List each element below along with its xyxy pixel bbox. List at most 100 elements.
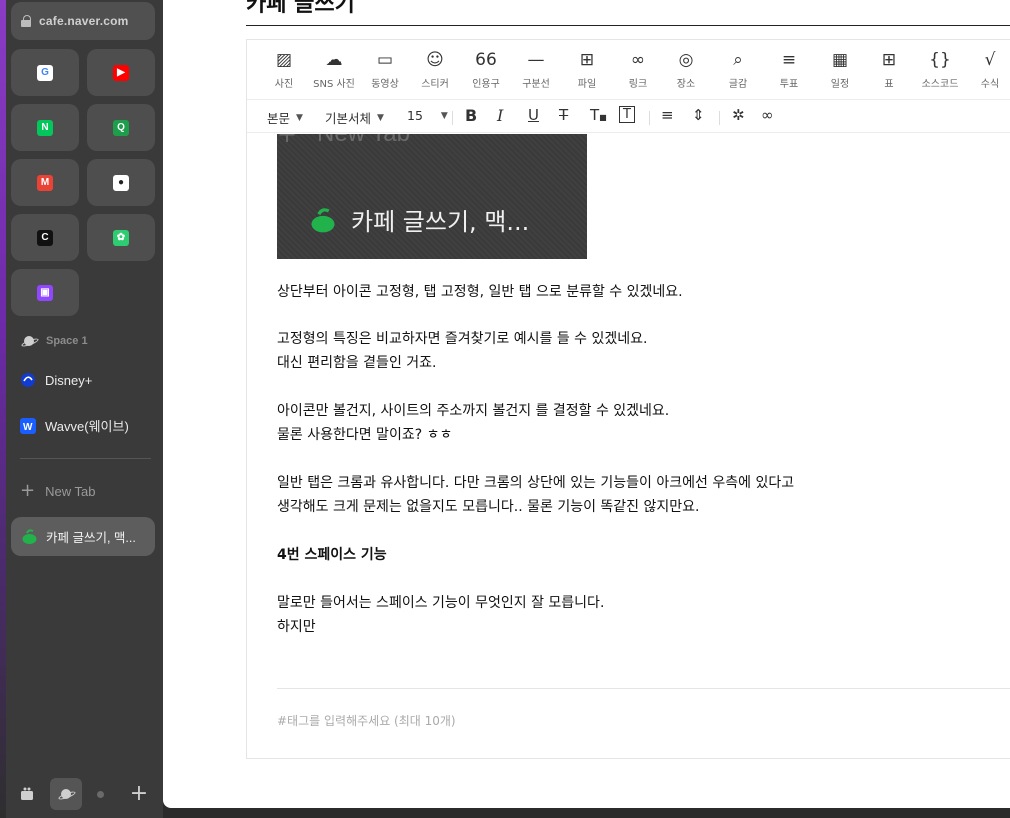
youtube-icon: ▶	[113, 64, 129, 81]
naver-search-icon: Q	[113, 119, 129, 136]
toolbar-label: SNS 사진	[313, 79, 355, 90]
toolbar-divider	[719, 111, 720, 125]
pinned-tab-disney[interactable]: Disney+	[20, 372, 92, 388]
underline-icon: U	[528, 106, 539, 124]
gmail-icon: M	[37, 174, 53, 191]
toolbar-1-button[interactable]: ▨ 사진	[259, 50, 309, 90]
leaf-app-icon: ✿	[113, 229, 129, 246]
active-tab[interactable]: 카페 글쓰기, 맥...	[11, 517, 155, 556]
link-icon: ∞	[761, 106, 774, 124]
toolbar-label: 사진	[274, 79, 294, 90]
pinned-tab-wavve[interactable]: W Wavve(웨이브)	[20, 416, 129, 435]
toolbar-4-button[interactable]: ☺ 스티커	[410, 50, 460, 90]
paragraph: 대신 편리함을 곁들인 거죠.	[277, 355, 437, 371]
font-select[interactable]: 기본서체 ▼	[325, 108, 384, 127]
asterisk-icon: ✲	[732, 106, 745, 124]
text-bg-button[interactable]: T	[619, 106, 635, 123]
toolbar-2-button[interactable]: ☁ SNS 사진	[309, 50, 359, 90]
add-space-button[interactable]: +	[123, 778, 155, 810]
text-bg-icon: T	[619, 106, 635, 123]
toolbar-glyph-icon: {}	[929, 50, 951, 70]
sidebar-divider	[20, 458, 151, 459]
url-bar[interactable]: cafe.naver.com	[11, 2, 155, 40]
toolbar-label: 스티커	[421, 79, 449, 90]
chevron-down-icon: ▼	[296, 112, 303, 123]
pinned-tab-label: Wavve(웨이브)	[45, 419, 129, 434]
toolbar-glyph-icon: ∞	[630, 50, 646, 70]
toolbar-glyph-icon: ◎	[678, 50, 694, 70]
toolbar-divider	[452, 111, 453, 125]
plus-icon: +	[277, 134, 298, 148]
favorite-gmail[interactable]: M	[11, 159, 79, 206]
sidebar: cafe.naver.com G ▶ N Q M ● C ✿ ▣ Space 1 Disney+…	[6, 0, 163, 818]
toolbar-6-button[interactable]: — 구분선	[511, 50, 561, 90]
toolbar-label: 일정	[830, 79, 850, 90]
toolbar-15-button[interactable]: √ 수식	[965, 50, 1010, 90]
toolbar-glyph-icon: ☁	[325, 50, 343, 70]
toolbar-glyph-icon: ▭	[376, 50, 394, 70]
favorite-naver[interactable]: N	[11, 104, 79, 151]
dot-icon	[96, 790, 104, 798]
favorite-github[interactable]: ●	[87, 159, 155, 206]
paragraph: 하지만	[277, 619, 316, 635]
space-switch-button[interactable]	[50, 778, 82, 810]
toolbar-label: 파일	[577, 79, 597, 90]
space-label[interactable]: Space 1	[21, 335, 88, 347]
paragraph: 생각해도 크게 문제는 없을지도 모릅니다.. 물론 기능이 똑같진 않지만요.	[277, 499, 700, 515]
style-select[interactable]: 본문 ▼	[267, 108, 303, 127]
space-dot[interactable]	[84, 778, 116, 810]
strikethrough-button[interactable]: T	[559, 106, 568, 124]
new-tab-button[interactable]: + New Tab	[20, 482, 95, 500]
page-title-strip: 카페 글쓰기	[246, 0, 1010, 26]
size-value: 15	[407, 108, 423, 123]
toolbar-label: 표	[884, 79, 894, 90]
italic-button[interactable]: I	[497, 106, 503, 125]
toolbar-8-button[interactable]: ∞ 링크	[613, 50, 663, 90]
text-color-button[interactable]: T■	[590, 106, 607, 124]
special-char-button[interactable]: ✲	[732, 106, 745, 124]
insert-toolbar: ▨ 사진 ☁ SNS 사진 ▭ 동영상 ☺ 스티커 66 인용구 — 구분선 ⊞ 파일 ∞ 링크 ◎ 장소 ⌕ 글감 ≡…	[247, 40, 1010, 100]
toolbar-9-button[interactable]: ◎ 장소	[661, 50, 711, 90]
font-value: 기본서체	[325, 111, 372, 126]
toolbar-11-button[interactable]: ≡ 투표	[764, 50, 814, 90]
toolbar-5-button[interactable]: 66 인용구	[461, 50, 511, 90]
paragraph: 일반 탭은 크롬과 유사합니다. 다만 크롬의 상단에 있는 기능들이 아크에선…	[277, 475, 795, 491]
align-button[interactable]: ≡	[661, 106, 674, 124]
favorite-naver-search[interactable]: Q	[87, 104, 155, 151]
disney-icon	[21, 373, 35, 387]
bold-icon: B	[465, 106, 478, 125]
toolbar-glyph-icon: √	[984, 50, 996, 70]
toolbar-label: 동영상	[371, 79, 399, 90]
strikethrough-icon: T	[559, 106, 569, 124]
link-button[interactable]: ∞	[761, 106, 774, 124]
toolbar-10-button[interactable]: ⌕ 글감	[713, 50, 763, 90]
toolbar-13-button[interactable]: ⊞ 표	[864, 50, 914, 90]
favorite-c-app[interactable]: C	[11, 214, 79, 261]
favorite-youtube[interactable]: ▶	[87, 49, 155, 96]
space-name: Space 1	[46, 335, 88, 347]
embedded-screenshot[interactable]: + New Tab 카페 글쓰기, 맥...	[277, 134, 587, 259]
format-toolbar: 본문 ▼ 기본서체 ▼ 15 ▼ B I U T T■ T ≡ ⇕ ✲ ∞	[247, 101, 1010, 133]
toolbar-14-button[interactable]: {} 소스코드	[915, 50, 965, 90]
underline-button[interactable]: U	[528, 106, 539, 124]
archive-button[interactable]	[11, 778, 43, 810]
naver-cafe-icon	[311, 207, 335, 232]
toolbar-glyph-icon: —	[527, 50, 545, 70]
paragraph: 고정형의 특징은 비교하자면 즐겨찾기로 예시를 들 수 있겠네요.	[277, 331, 648, 347]
toolbar-12-button[interactable]: ▦ 일정	[815, 50, 865, 90]
style-value: 본문	[267, 111, 291, 126]
favorite-leaf-app[interactable]: ✿	[87, 214, 155, 261]
chevron-down-icon: ▼	[377, 112, 384, 123]
toolbar-3-button[interactable]: ▭ 동영상	[360, 50, 410, 90]
line-height-button[interactable]: ⇕	[692, 106, 705, 124]
bold-button[interactable]: B	[465, 106, 477, 125]
favorite-google[interactable]: G	[11, 49, 79, 96]
tag-input[interactable]: #태그를 입력해주세요 (최대 10개)	[277, 712, 456, 729]
toolbar-7-button[interactable]: ⊞ 파일	[562, 50, 612, 90]
favorite-twitch[interactable]: ▣	[11, 269, 79, 316]
align-left-icon: ≡	[661, 106, 674, 124]
page-title: 카페 글쓰기	[246, 0, 355, 17]
size-select[interactable]: 15 ▼	[407, 108, 448, 123]
chevron-down-icon: ▼	[440, 110, 448, 121]
c-app-icon: C	[37, 229, 53, 246]
